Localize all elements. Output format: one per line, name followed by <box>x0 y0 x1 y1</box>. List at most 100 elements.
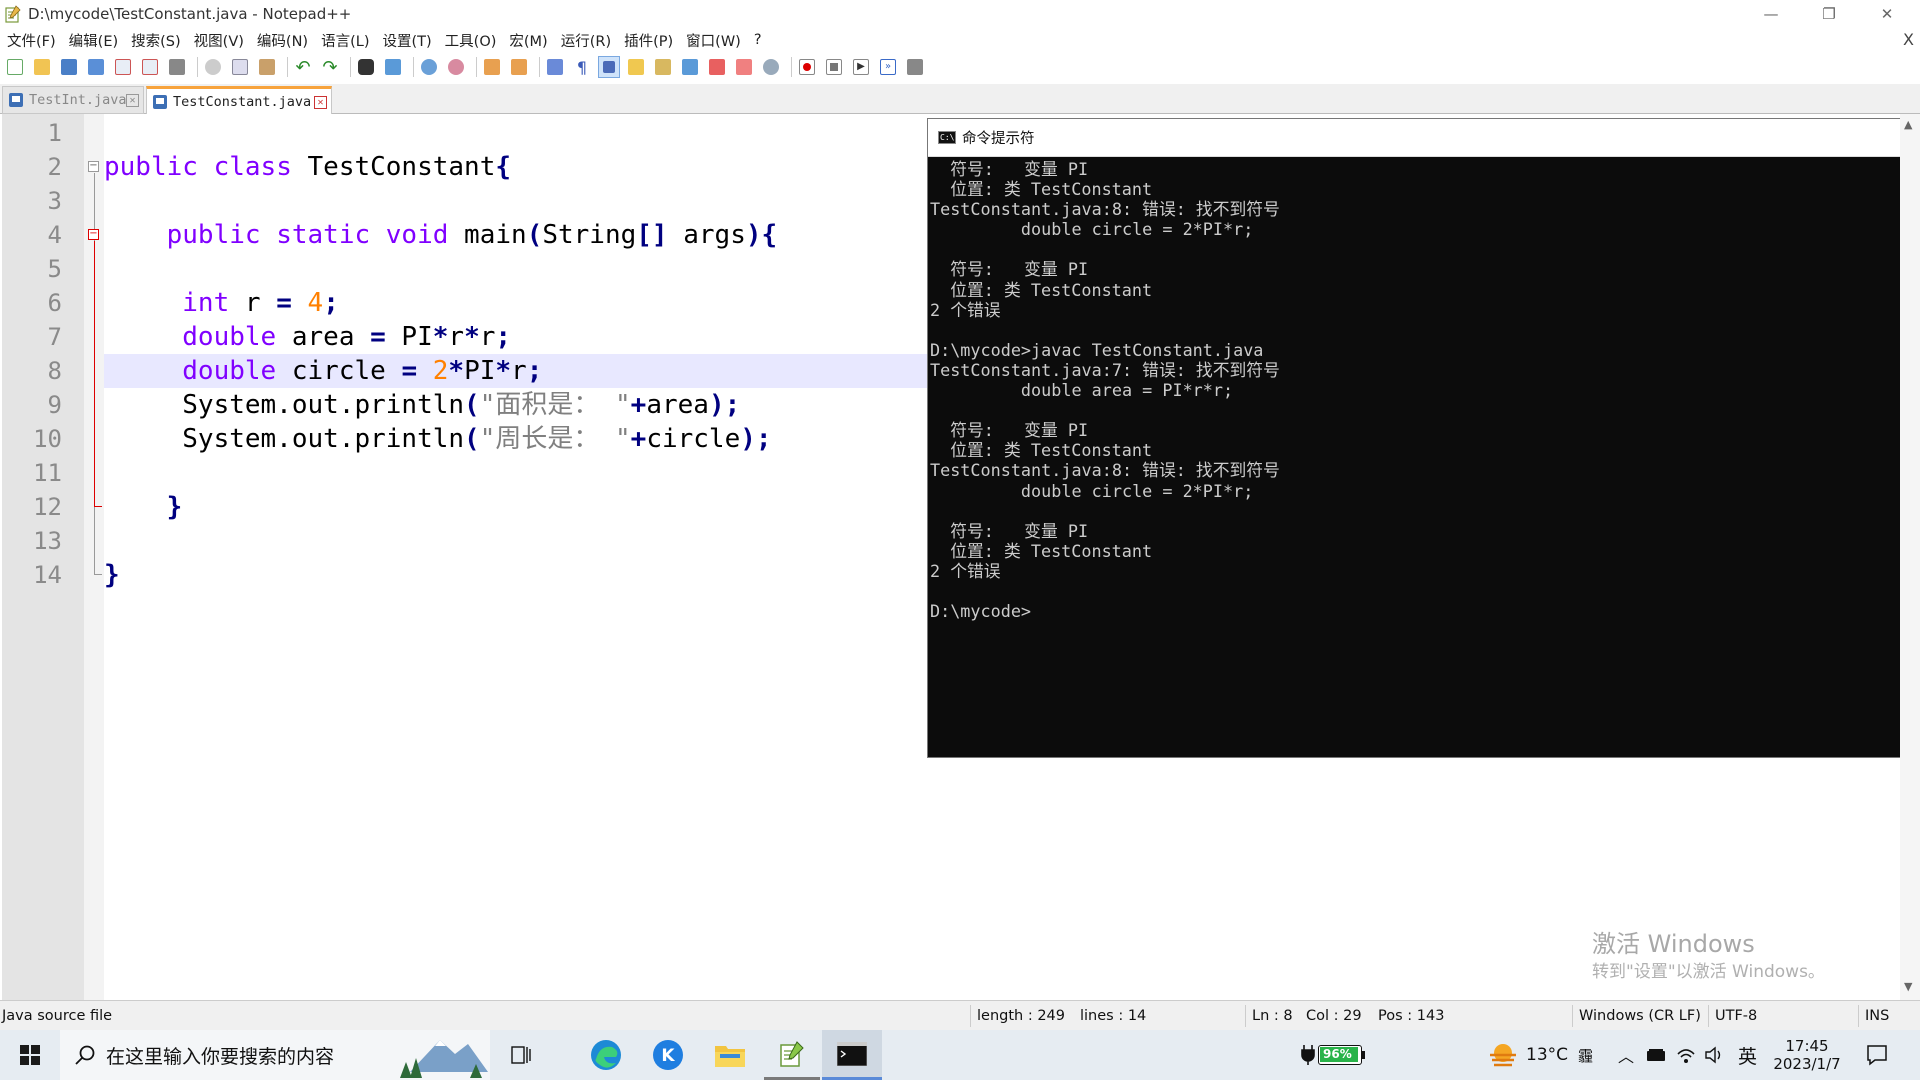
sync-v-icon[interactable] <box>481 56 503 78</box>
replace-icon[interactable] <box>382 56 404 78</box>
zoom-out-icon[interactable] <box>445 56 467 78</box>
menu-help[interactable]: ? <box>747 32 768 48</box>
run-macro-multiple-icon[interactable]: » <box>877 56 899 78</box>
device-icon <box>1647 1049 1665 1061</box>
menu-search[interactable]: 搜索(S) <box>124 30 187 51</box>
clock[interactable]: 17:45 2023/1/7 <box>1772 1030 1842 1080</box>
word-wrap-icon[interactable] <box>544 56 566 78</box>
folder-workspace-icon[interactable] <box>679 56 701 78</box>
close-icon[interactable] <box>112 56 134 78</box>
save-macro-icon[interactable] <box>904 56 926 78</box>
tab-close-icon[interactable]: ✕ <box>126 94 139 107</box>
input-method-button[interactable]: 英 <box>1738 1030 1757 1080</box>
play-macro-icon[interactable]: ▶ <box>850 56 872 78</box>
close-window-button[interactable]: ✕ <box>1858 0 1916 28</box>
wifi-button[interactable] <box>1676 1030 1696 1080</box>
tab-testint[interactable]: TestInt.java ✕ <box>2 86 144 114</box>
copy-icon[interactable] <box>229 56 251 78</box>
weather-widget[interactable]: 13°C 霾 <box>1488 1030 1593 1080</box>
code-line[interactable]: double circle = 2*PI*r; <box>104 354 542 388</box>
cmd-output[interactable]: 符号: 变量 PI 位置: 类 TestConstant TestConstan… <box>930 159 1905 757</box>
notification-center-button[interactable] <box>1866 1030 1888 1080</box>
code-line[interactable]: } <box>104 490 183 524</box>
taskbar-edge[interactable] <box>578 1030 634 1080</box>
code-line[interactable]: } <box>104 558 120 592</box>
toolbar-divider <box>287 57 288 77</box>
new-file-icon[interactable] <box>4 56 26 78</box>
code-line[interactable]: public class TestConstant{ <box>104 150 511 184</box>
code-line[interactable]: System.out.println("面积是： "+area); <box>104 388 740 422</box>
command-prompt-window[interactable]: C:\ 命令提示符 符号: 变量 PI 位置: 类 TestConstant T… <box>927 118 1920 758</box>
indent-guide-icon[interactable] <box>598 56 620 78</box>
cmd-title-bar[interactable]: C:\ 命令提示符 <box>928 119 1919 157</box>
taskbar-cmd[interactable] <box>822 1030 882 1080</box>
print-icon[interactable] <box>166 56 188 78</box>
menu-settings[interactable]: 设置(T) <box>375 30 437 51</box>
task-view-button[interactable] <box>496 1030 546 1080</box>
function-list-icon[interactable] <box>652 56 674 78</box>
show-all-chars-icon[interactable]: ¶ <box>571 56 593 78</box>
code-line[interactable]: int r = 4; <box>104 286 339 320</box>
zoom-in-icon[interactable] <box>418 56 440 78</box>
notepadpp-icon <box>780 1040 804 1067</box>
minimize-button[interactable]: — <box>1742 0 1800 28</box>
fold-toggle-icon[interactable]: − <box>88 161 99 172</box>
start-button[interactable] <box>0 1030 60 1080</box>
save-all-icon[interactable] <box>85 56 107 78</box>
menu-language[interactable]: 语言(L) <box>314 30 375 51</box>
line-number: 14 <box>33 561 62 589</box>
close-document-button[interactable]: X <box>1903 30 1914 49</box>
maximize-button[interactable]: ❐ <box>1800 0 1858 28</box>
tab-testconstant[interactable]: TestConstant.java ✕ <box>146 86 332 115</box>
stop-macro-icon[interactable] <box>823 56 845 78</box>
menu-view[interactable]: 视图(V) <box>187 30 250 51</box>
status-encoding[interactable]: UTF-8 <box>1715 1008 1757 1024</box>
redo-icon[interactable]: ↷ <box>319 56 341 78</box>
undo-icon[interactable]: ↶ <box>292 56 314 78</box>
activation-watermark-subtitle: 转到"设置"以激活 Windows。 <box>1592 962 1825 982</box>
taskbar-notepadpp[interactable] <box>764 1030 820 1080</box>
menu-tools[interactable]: 工具(O) <box>438 30 503 51</box>
code-line[interactable]: System.out.println("周长是： "+circle); <box>104 422 771 456</box>
preview-icon[interactable] <box>760 56 782 78</box>
status-col: Col : 29 <box>1306 1008 1362 1024</box>
menu-file[interactable]: 文件(F) <box>0 30 62 51</box>
network-drive-icon[interactable] <box>1646 1030 1666 1080</box>
find-icon[interactable] <box>355 56 377 78</box>
svg-text:K: K <box>661 1046 675 1066</box>
status-bar: Java source file length : 249 lines : 14… <box>0 1000 1920 1030</box>
doc-map-icon[interactable] <box>625 56 647 78</box>
menu-edit[interactable]: 编辑(E) <box>62 30 124 51</box>
scroll-down-icon[interactable]: ▼ <box>1904 980 1912 993</box>
record-macro-icon[interactable] <box>796 56 818 78</box>
monitoring-icon[interactable] <box>706 56 728 78</box>
folder-as-workspace-icon[interactable] <box>733 56 755 78</box>
status-insert-mode[interactable]: INS <box>1865 1008 1889 1024</box>
code-line[interactable]: public static void main(String[] args){ <box>104 218 778 252</box>
cut-icon[interactable] <box>202 56 224 78</box>
tab-close-icon[interactable]: ✕ <box>314 96 327 109</box>
fold-toggle-icon[interactable]: − <box>88 229 99 240</box>
open-file-icon[interactable] <box>31 56 53 78</box>
power-icon[interactable] <box>1300 1030 1316 1080</box>
save-icon[interactable] <box>58 56 80 78</box>
menu-macro[interactable]: 宏(M) <box>502 30 553 51</box>
paste-icon[interactable] <box>256 56 278 78</box>
window-title: D:\mycode\TestConstant.java - Notepad++ <box>28 5 352 23</box>
menu-plugins[interactable]: 插件(P) <box>617 30 679 51</box>
code-line[interactable]: double area = PI*r*r; <box>104 320 511 354</box>
menu-encoding[interactable]: 编码(N) <box>250 30 314 51</box>
status-eol[interactable]: Windows (CR LF) <box>1579 1008 1701 1024</box>
taskbar-file-explorer[interactable] <box>702 1030 758 1080</box>
show-hidden-icons-button[interactable]: ︿ <box>1618 1030 1634 1080</box>
taskbar-app-k[interactable]: K <box>640 1030 696 1080</box>
battery-indicator[interactable]: 96% <box>1318 1030 1365 1080</box>
scroll-up-icon[interactable]: ▲ <box>1904 118 1912 131</box>
close-all-icon[interactable] <box>139 56 161 78</box>
volume-button[interactable] <box>1704 1030 1726 1080</box>
menu-run[interactable]: 运行(R) <box>554 30 617 51</box>
taskbar-search-box[interactable]: 在这里输入你要搜索的内容 <box>60 1030 490 1080</box>
editor-vertical-scrollbar[interactable]: ▲ ▼ <box>1900 114 1920 1000</box>
menu-window[interactable]: 窗口(W) <box>679 30 747 51</box>
sync-h-icon[interactable] <box>508 56 530 78</box>
